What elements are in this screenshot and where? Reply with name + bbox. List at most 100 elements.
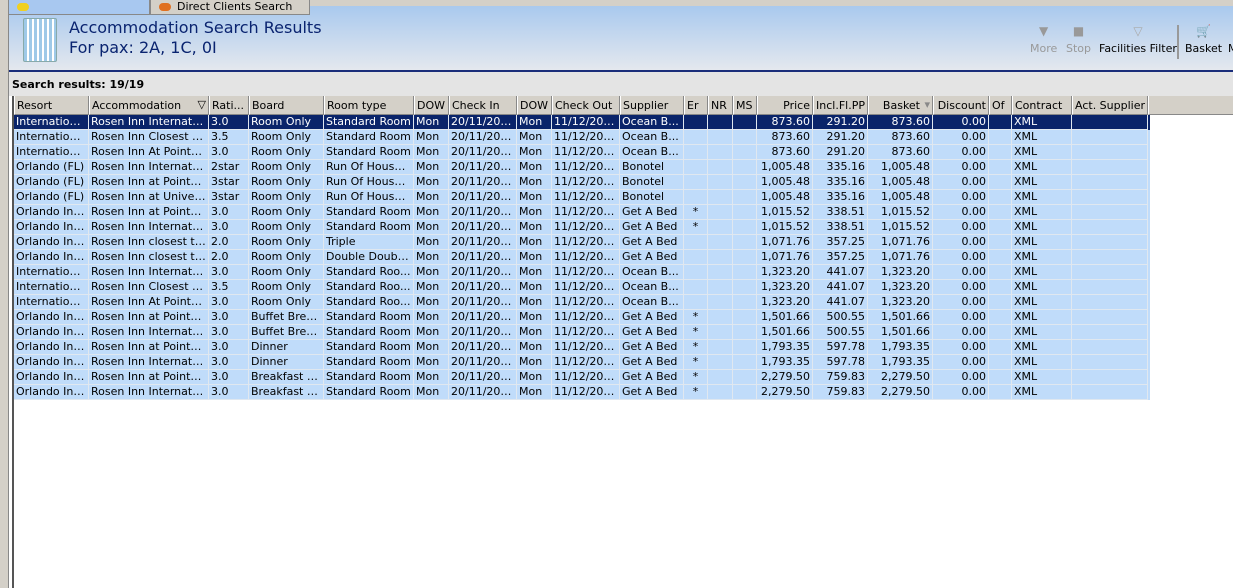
cell-er (684, 250, 708, 265)
cell-discount: 0.00 (933, 160, 989, 175)
column-header[interactable]: DOW (517, 96, 552, 115)
cell-accommodation: Rosen Inn at Universal (89, 190, 209, 205)
cell-contract: XML (1012, 160, 1072, 175)
cell-supplier: Get A Bed (620, 235, 684, 250)
table-row[interactable]: Orlando Int... Rosen Inn Internatio... 3.0… (14, 355, 1150, 370)
column-header[interactable]: Accommodation ▽ (89, 96, 209, 115)
cell-ms (733, 115, 757, 130)
cell-ms (733, 295, 757, 310)
table-row[interactable]: Orlando (FL) Rosen Inn at Pointe ... 3star… (14, 175, 1150, 190)
cell-board: Room Only (249, 295, 324, 310)
column-header[interactable]: DOW (414, 96, 449, 115)
table-row[interactable]: Orlando Int... Rosen Inn Internatio... 3.0… (14, 385, 1150, 400)
cell-dow: Mon (517, 265, 552, 280)
table-row[interactable]: Orlando Int... Rosen Inn closest to ... 2.… (14, 250, 1150, 265)
cell-er (684, 115, 708, 130)
cell-board: Buffet Brea... (249, 310, 324, 325)
results-grid: Resort Accommodation ▽ Rati... Board Room typ… (12, 96, 1233, 588)
cell-discount: 0.00 (933, 355, 989, 370)
column-header[interactable]: Resort (14, 96, 89, 115)
column-header[interactable]: Act. Supplier (1072, 96, 1148, 115)
table-row[interactable]: Orlando Int... Rosen Inn Internatio... 3.0… (14, 220, 1150, 235)
cell-rati: 3.0 (209, 265, 249, 280)
cell-basket: 1,793.35 (868, 340, 933, 355)
cell-of (989, 355, 1012, 370)
more-button[interactable]: ▼ More (1030, 24, 1057, 55)
column-header[interactable]: Basket ▾ (868, 96, 933, 115)
table-row[interactable]: Internation... Rosen Inn Closest to... 3.5… (14, 130, 1150, 145)
column-header[interactable]: MS (733, 96, 757, 115)
cell-accommodation: Rosen Inn Internatio... (89, 115, 209, 130)
column-header[interactable]: Discount (933, 96, 989, 115)
cell-price: 1,015.52 (757, 205, 813, 220)
column-header[interactable]: Room type (324, 96, 414, 115)
cell-nr (708, 205, 733, 220)
column-header[interactable]: Contract (1012, 96, 1072, 115)
cell-discount: 0.00 (933, 265, 989, 280)
cell-of (989, 310, 1012, 325)
table-row[interactable]: Orlando Int... Rosen Inn at Pointe ... 3.0… (14, 310, 1150, 325)
cell-check-in: 20/11/2017 (449, 385, 517, 400)
cell-board: Room Only (249, 235, 324, 250)
cell-price: 1,005.48 (757, 175, 813, 190)
cell-discount: 0.00 (933, 175, 989, 190)
cell-supplier: Ocean B... (620, 280, 684, 295)
page-title: Accommodation Search Results (69, 18, 322, 37)
tab-direct-clients-search[interactable]: Direct Clients Search (150, 0, 310, 15)
stop-button[interactable]: ■ Stop (1066, 24, 1091, 55)
cell-supplier: Bonotel (620, 175, 684, 190)
table-row[interactable]: Orlando Int... Rosen Inn at Pointe ... 3.0… (14, 370, 1150, 385)
column-header[interactable]: Er (684, 96, 708, 115)
next-toolbar-button[interactable]: M (1228, 24, 1233, 55)
column-header[interactable]: Incl.Fl.PP (813, 96, 868, 115)
facilities-filter-button[interactable]: ▽ Facilities Filter (1099, 24, 1177, 55)
table-row[interactable]: Internation... Rosen Inn Internatio... 3.0… (14, 265, 1150, 280)
cell-discount: 0.00 (933, 130, 989, 145)
column-header[interactable]: Price (757, 96, 813, 115)
cell-incl-fl-pp: 291.20 (813, 130, 868, 145)
table-row[interactable]: Orlando Int... Rosen Inn Internatio... 3.0… (14, 325, 1150, 340)
filter-icon[interactable]: ▽ (198, 98, 206, 111)
cell-price: 1,323.20 (757, 295, 813, 310)
table-row[interactable]: Internation... Rosen Inn Internatio... 3.0… (14, 115, 1150, 130)
cell-accommodation: Rosen Inn at Pointe ... (89, 340, 209, 355)
cell-price: 873.60 (757, 145, 813, 160)
results-count: Search results: 19/19 (12, 78, 145, 91)
cell-accommodation: Rosen Inn at Pointe ... (89, 370, 209, 385)
cell-board: Breakfast &... (249, 385, 324, 400)
column-header[interactable]: Check Out (552, 96, 620, 115)
cell-of (989, 220, 1012, 235)
table-row[interactable]: Internation... Rosen Inn At Pointe ... 3.0… (14, 145, 1150, 160)
column-header[interactable]: Board (249, 96, 324, 115)
table-row[interactable]: Orlando Int... Rosen Inn at Pointe ... 3.0… (14, 340, 1150, 355)
column-header[interactable]: Of (989, 96, 1012, 115)
column-header[interactable]: Check In (449, 96, 517, 115)
column-header[interactable]: Supplier (620, 96, 684, 115)
table-row[interactable]: Internation... Rosen Inn Closest to... 3.5… (14, 280, 1150, 295)
cell-nr (708, 385, 733, 400)
basket-button[interactable]: 🛒 Basket (1185, 24, 1222, 55)
cell-ms (733, 325, 757, 340)
table-row[interactable]: Orlando Int... Rosen Inn closest to ... 2.… (14, 235, 1150, 250)
cell-check-in: 20/11/2017 (449, 190, 517, 205)
cell-dow: Mon (414, 325, 449, 340)
table-row[interactable]: Orlando (FL) Rosen Inn at Universal 3star R… (14, 190, 1150, 205)
cell-basket: 873.60 (868, 115, 933, 130)
cell-board: Room Only (249, 145, 324, 160)
column-header[interactable]: NR (708, 96, 733, 115)
table-row[interactable]: Orlando (FL) Rosen Inn International 2star… (14, 160, 1150, 175)
cell-ms (733, 175, 757, 190)
table-row[interactable]: Internation... Rosen Inn At Pointe ... 3.0… (14, 295, 1150, 310)
cell-check-in: 20/11/2017 (449, 280, 517, 295)
cell-rati: 3.0 (209, 220, 249, 235)
cell-act-supplier (1072, 205, 1148, 220)
cell-board: Room Only (249, 220, 324, 235)
table-row[interactable]: Orlando Int... Rosen Inn at Pointe ... 3.0… (14, 205, 1150, 220)
cell-resort: Internation... (14, 115, 89, 130)
cell-check-in: 20/11/2017 (449, 265, 517, 280)
column-header[interactable]: Rati... (209, 96, 249, 115)
tab-book-form[interactable] (8, 0, 150, 15)
cell-rati: 2.0 (209, 235, 249, 250)
cell-nr (708, 265, 733, 280)
cell-contract: XML (1012, 340, 1072, 355)
